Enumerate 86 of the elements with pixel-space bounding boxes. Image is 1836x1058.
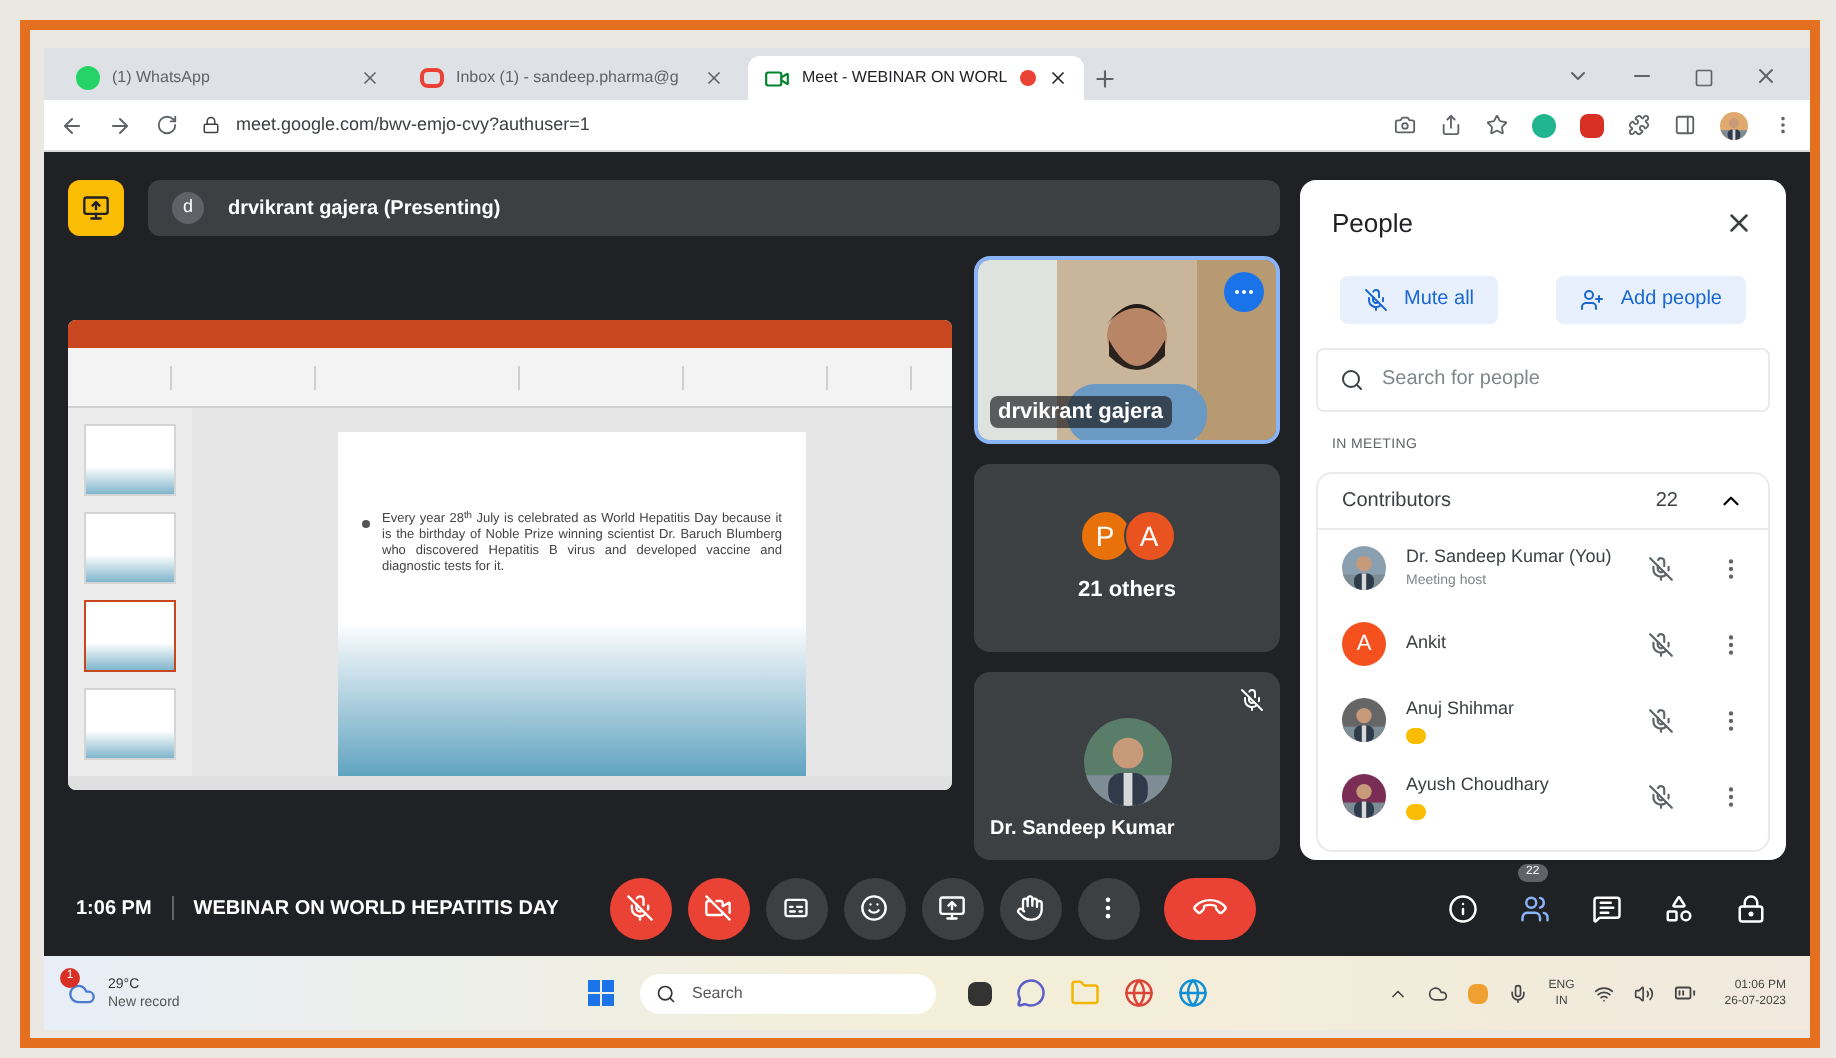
captions-button[interactable] bbox=[765, 877, 828, 939]
hand-icon bbox=[1016, 894, 1045, 922]
meeting-time: 1:06 PM bbox=[76, 895, 152, 923]
mute-all-button[interactable]: Mute all bbox=[1340, 275, 1499, 323]
star-icon[interactable] bbox=[1486, 114, 1508, 136]
mic-off-icon[interactable] bbox=[1648, 783, 1674, 809]
volume-icon[interactable] bbox=[1634, 983, 1655, 1003]
avatar: A bbox=[1123, 509, 1175, 562]
bullet-icon bbox=[362, 520, 370, 528]
mic-off-icon[interactable] bbox=[1648, 555, 1674, 581]
maximize-icon[interactable] bbox=[1694, 68, 1714, 88]
captions-icon bbox=[782, 894, 811, 922]
wifi-icon[interactable] bbox=[1594, 983, 1615, 1003]
mic-off-icon[interactable] bbox=[1648, 707, 1674, 733]
info-icon bbox=[1447, 893, 1477, 923]
search-field[interactable]: Search for people bbox=[1316, 347, 1770, 411]
panel-title: People bbox=[1332, 206, 1413, 242]
forward-icon[interactable] bbox=[108, 113, 132, 137]
camera-off-icon bbox=[704, 894, 733, 922]
extension-icon[interactable] bbox=[1580, 113, 1604, 137]
puzzle-icon[interactable] bbox=[1628, 114, 1650, 136]
participant-name: Dr. Sandeep Kumar bbox=[990, 816, 1175, 844]
browser-icon[interactable] bbox=[1124, 978, 1154, 1008]
participant-count: 22 bbox=[1655, 488, 1678, 516]
participant-row[interactable]: Anuj Shihmar bbox=[1318, 682, 1768, 758]
mail-icon bbox=[420, 68, 444, 88]
start-icon[interactable] bbox=[588, 979, 616, 1007]
emoji-button[interactable] bbox=[843, 877, 906, 939]
mic-off-icon bbox=[1364, 287, 1388, 311]
avatar: P bbox=[1079, 509, 1131, 562]
present-icon bbox=[938, 894, 967, 922]
app-icon[interactable] bbox=[968, 981, 992, 1005]
search-icon bbox=[656, 983, 676, 1003]
browser-tab[interactable]: (1) WhatsApp bbox=[60, 56, 396, 100]
battery-icon[interactable] bbox=[1674, 982, 1697, 1004]
add-people-button[interactable]: Add people bbox=[1556, 275, 1746, 323]
avatar: d bbox=[172, 192, 204, 224]
leave-button[interactable] bbox=[1163, 877, 1256, 939]
browser-tab[interactable]: Inbox (1) - sandeep.pharma@g bbox=[404, 56, 740, 100]
video-tile[interactable]: drvikrant gajera bbox=[974, 256, 1280, 444]
smiley-icon bbox=[860, 894, 889, 922]
presenter-label: drvikrant gajera (Presenting) bbox=[228, 195, 501, 223]
browser-icon[interactable] bbox=[1178, 978, 1208, 1008]
side-panel-icon[interactable] bbox=[1674, 114, 1696, 136]
share-icon[interactable] bbox=[1440, 114, 1462, 136]
chat-app-icon[interactable] bbox=[1016, 978, 1046, 1008]
mic-off-icon bbox=[626, 894, 655, 922]
participant-row[interactable]: A Ankit bbox=[1318, 606, 1768, 682]
participant-name: Dr. Sandeep Kumar (You) bbox=[1406, 544, 1614, 570]
people-icon bbox=[1519, 893, 1549, 923]
participant-name: Anuj Shihmar bbox=[1406, 696, 1517, 723]
new-tab-icon[interactable] bbox=[1092, 66, 1118, 92]
cloud-icon[interactable] bbox=[1428, 983, 1449, 1003]
camera-icon[interactable] bbox=[1394, 114, 1416, 136]
group-header[interactable]: Contributors 22 bbox=[1318, 474, 1768, 530]
avatar: A bbox=[1342, 622, 1386, 666]
browser-tab[interactable]: Meet - WEBINAR ON WORL bbox=[748, 56, 1084, 100]
participant-row[interactable]: Ayush Choudhary bbox=[1318, 758, 1768, 834]
weather-icon[interactable] bbox=[68, 979, 96, 1007]
others-tile[interactable]: P A 21 others bbox=[974, 464, 1280, 652]
mic-off-icon[interactable] bbox=[1648, 631, 1674, 657]
address-field[interactable]: meet.google.com/bwv-emjo-cvy?authuser=1 bbox=[202, 105, 1370, 145]
lock-icon bbox=[1735, 893, 1765, 923]
presentation-icon[interactable] bbox=[68, 180, 124, 236]
participant-name: drvikrant gajera bbox=[990, 395, 1172, 428]
slide-thumbnail[interactable] bbox=[84, 600, 176, 672]
mic-icon[interactable] bbox=[1508, 983, 1529, 1003]
mic-button[interactable] bbox=[609, 877, 672, 939]
add-person-icon bbox=[1580, 287, 1605, 311]
search-field[interactable]: Search bbox=[640, 973, 936, 1013]
hand-button[interactable] bbox=[999, 877, 1062, 939]
search-icon bbox=[1340, 367, 1364, 391]
extension-icon[interactable] bbox=[1532, 113, 1556, 137]
participant-name: Ayush Choudhary bbox=[1406, 772, 1551, 799]
camera-button[interactable] bbox=[687, 877, 750, 939]
participant-tile[interactable]: Dr. Sandeep Kumar bbox=[974, 672, 1280, 860]
others-count: 21 others bbox=[1078, 575, 1176, 606]
present-button[interactable] bbox=[921, 877, 984, 939]
participant-name: Ankit bbox=[1406, 630, 1449, 657]
lock-icon bbox=[202, 116, 220, 134]
close-icon[interactable] bbox=[1048, 68, 1068, 88]
back-icon[interactable] bbox=[60, 113, 84, 137]
camera-icon bbox=[764, 65, 790, 91]
meeting-title: WEBINAR ON WORLD HEPATITIS DAY bbox=[193, 895, 561, 923]
reload-icon[interactable] bbox=[156, 114, 178, 136]
shapes-icon bbox=[1663, 893, 1693, 923]
